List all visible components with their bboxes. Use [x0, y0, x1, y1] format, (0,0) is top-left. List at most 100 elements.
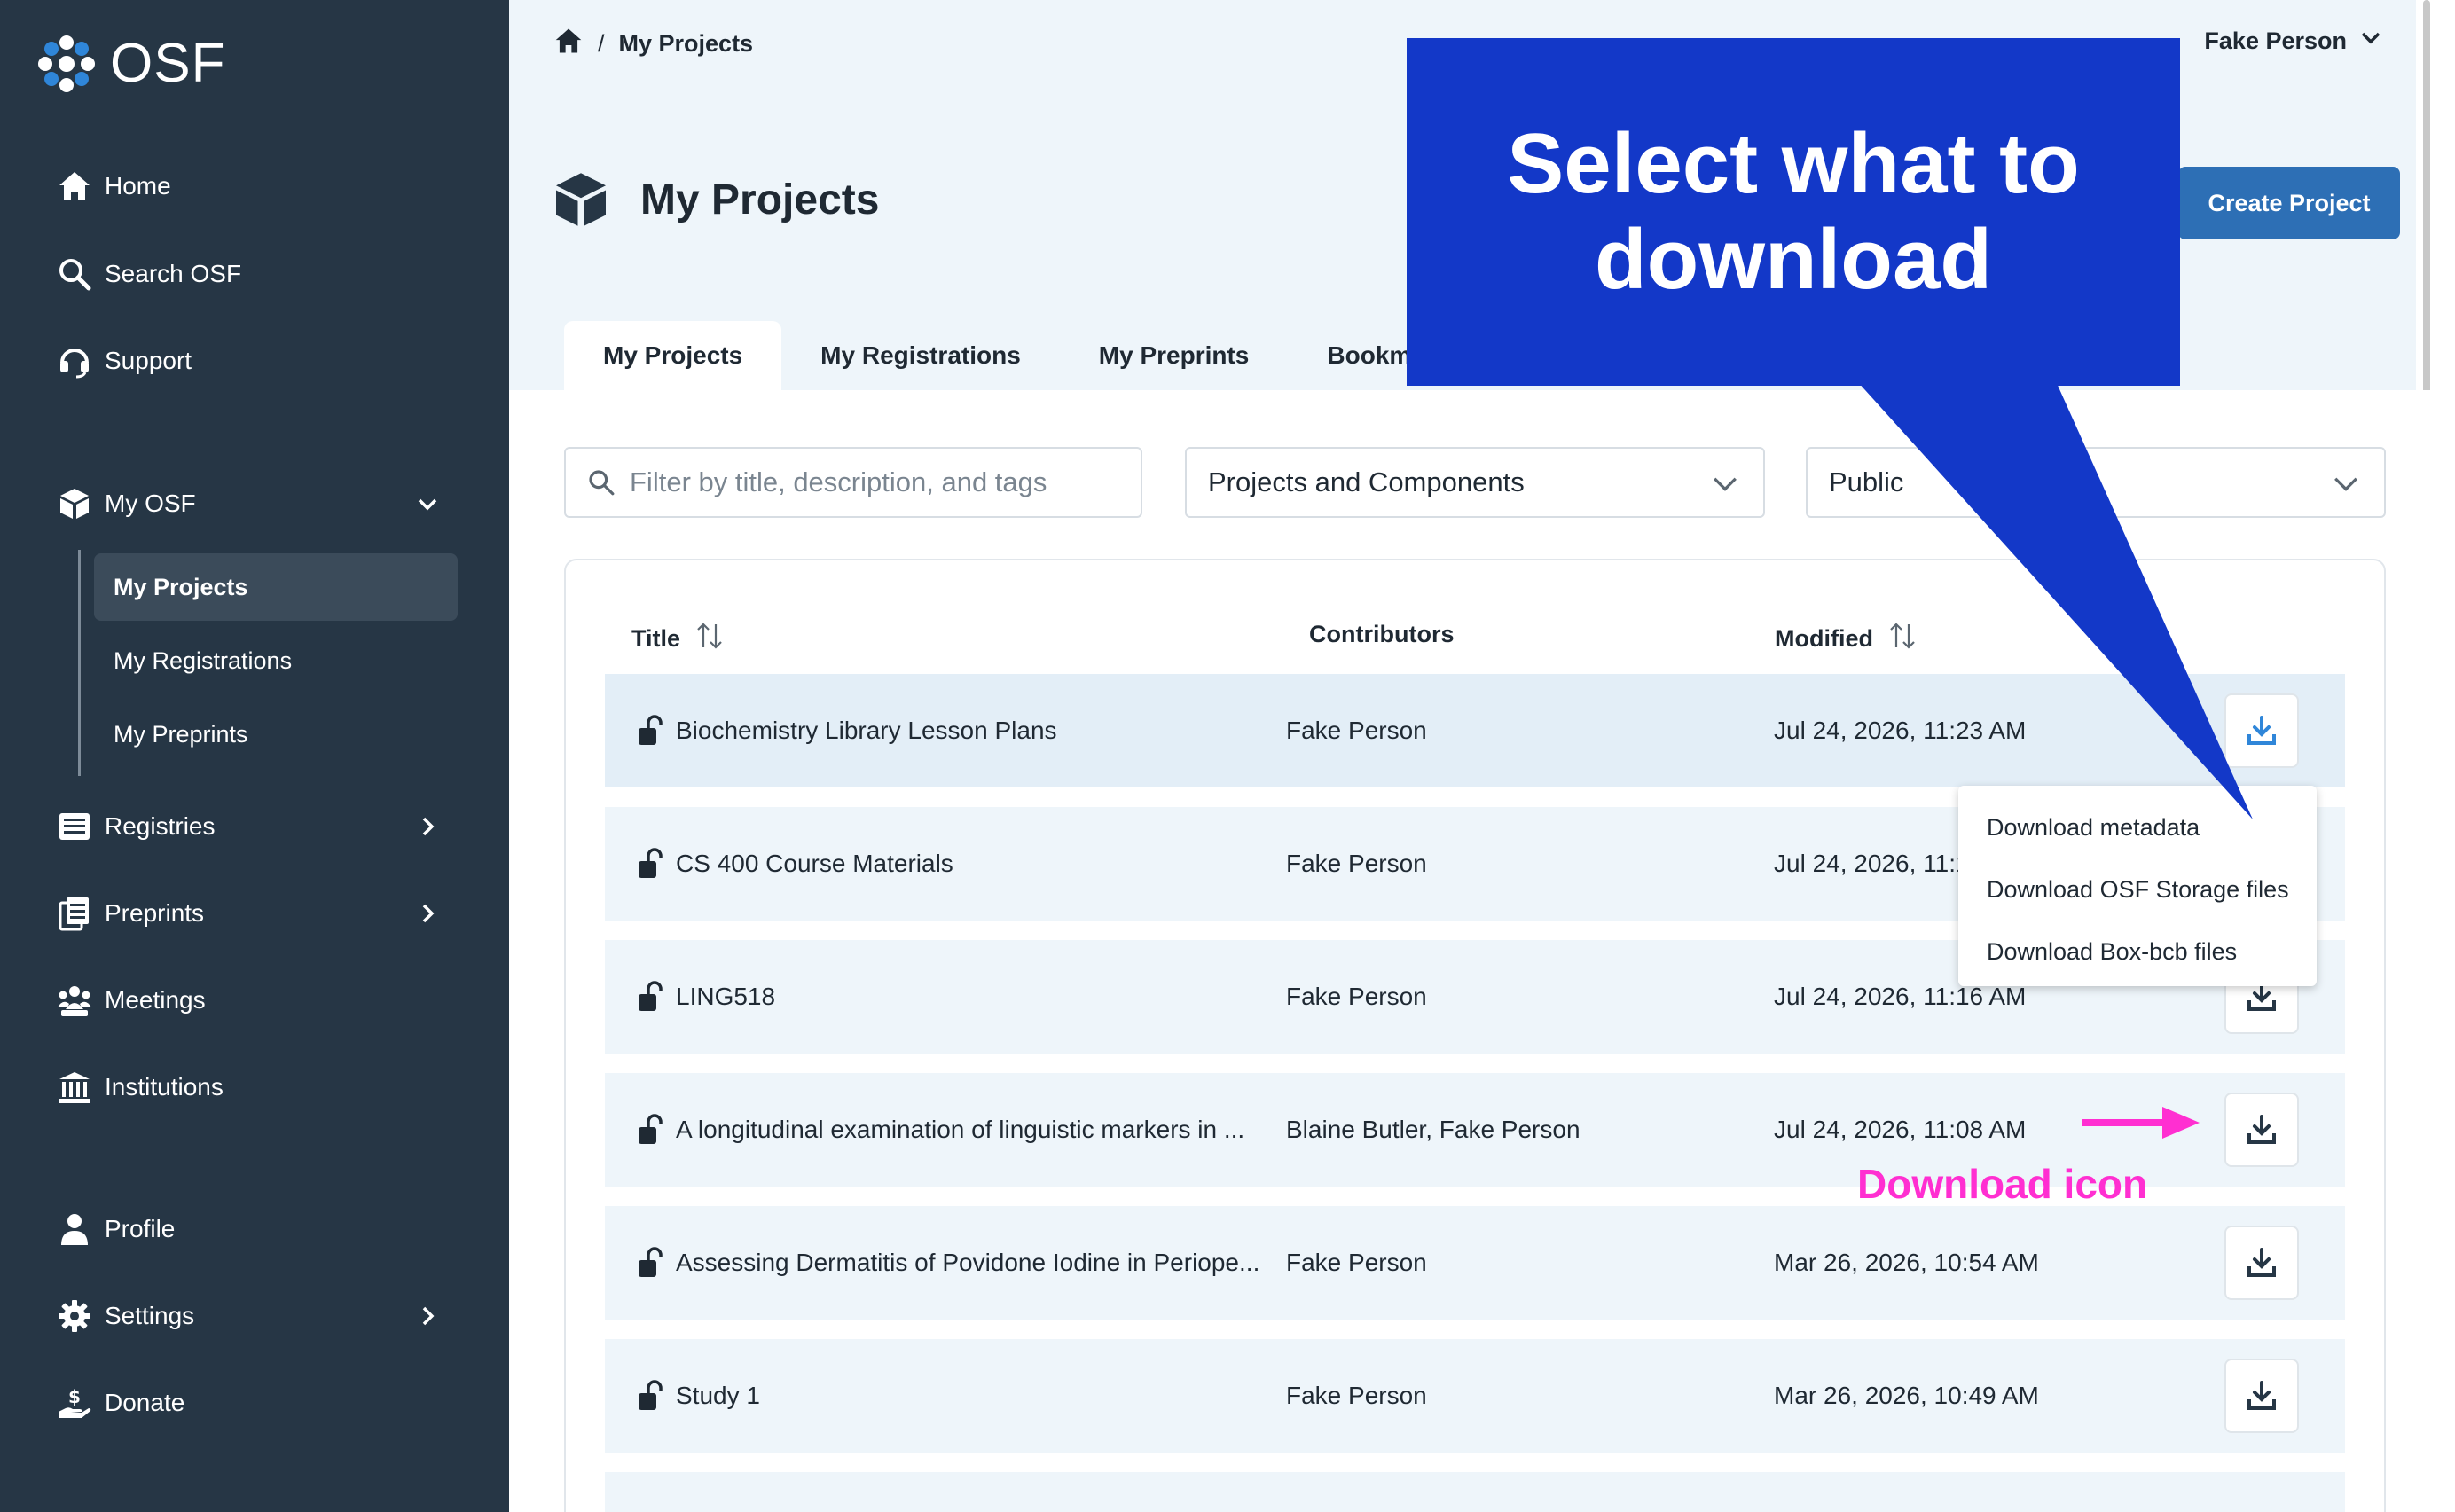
row-modified: Mar 26, 2026, 10:49 AM	[1774, 1382, 2039, 1409]
row-contributors: Fake Person	[1286, 1382, 1427, 1409]
type-filter-value: Projects and Components	[1208, 466, 1525, 497]
sidebar-item-donate[interactable]: $ Donate	[55, 1372, 184, 1434]
sidebar-item-label: Support	[105, 347, 192, 374]
row-title[interactable]: CS 400 Course Materials	[676, 807, 953, 921]
row-contributors: Blaine Butler, Fake Person	[1286, 1116, 1580, 1143]
download-button[interactable]	[2224, 1359, 2299, 1433]
meetings-icon	[55, 981, 94, 1020]
sidebar-item-profile[interactable]: Profile	[55, 1198, 175, 1260]
tab-my-registrations[interactable]: My Registrations	[781, 321, 1060, 390]
sort-icon[interactable]	[696, 621, 723, 657]
column-header-modified: Modified	[1775, 621, 1916, 657]
row-title[interactable]: Study 1	[676, 1339, 760, 1453]
preprint-icon	[55, 894, 94, 933]
page-title: My Projects	[640, 176, 880, 223]
download-box-option[interactable]: Download Box-bcb files	[1958, 921, 2317, 983]
chevron-down-icon	[2359, 27, 2382, 56]
unlock-icon	[637, 1114, 663, 1150]
row-contributors: Fake Person	[1286, 717, 1427, 744]
sidebar-item-home[interactable]: Home	[55, 155, 171, 217]
sidebar-item-preprints[interactable]: Preprints	[55, 882, 435, 944]
sidebar-item-label: Profile	[105, 1215, 176, 1242]
user-menu[interactable]: Fake Person	[2204, 27, 2382, 56]
unlock-icon	[637, 715, 663, 751]
download-icon	[2247, 1248, 2276, 1277]
sidebar-item-label: Donate	[105, 1389, 185, 1416]
home-icon[interactable]	[553, 27, 584, 61]
download-button[interactable]	[2224, 693, 2299, 768]
row-contributors: Fake Person	[1286, 983, 1427, 1010]
cube-icon	[55, 484, 94, 523]
sidebar-item-search[interactable]: Search OSF	[55, 243, 241, 305]
arrow-right-icon	[2082, 1107, 2200, 1139]
sidebar-item-registries[interactable]: Registries	[55, 795, 435, 858]
table-row[interactable]	[605, 1472, 2345, 1512]
row-title[interactable]: A longitudinal examination of linguistic…	[676, 1073, 1244, 1187]
row-title[interactable]: LING518	[676, 940, 775, 1054]
sidebar-subitem-my-registrations[interactable]: My Registrations	[94, 627, 458, 694]
chevron-down-icon	[1710, 468, 1740, 505]
sidebar-item-meetings[interactable]: Meetings	[55, 969, 206, 1031]
sidebar: OSF Home Search OSF Support My OSF My Pr…	[0, 0, 509, 1512]
sidebar-subitem-my-projects[interactable]: My Projects	[94, 553, 458, 621]
search-filter[interactable]	[564, 447, 1142, 518]
download-icon	[2247, 1115, 2276, 1144]
gear-icon	[55, 1297, 94, 1336]
row-modified: Mar 26, 2026, 10:54 AM	[1774, 1249, 2039, 1276]
osf-logo[interactable]: OSF	[35, 32, 225, 95]
sidebar-item-support[interactable]: Support	[55, 330, 192, 392]
breadcrumb-separator: /	[598, 30, 605, 57]
sidebar-item-label: Preprints	[105, 899, 205, 927]
sidebar-item-label: Home	[105, 172, 171, 200]
row-title[interactable]: Assessing Dermatitis of Povidone Iodine …	[676, 1206, 1259, 1320]
column-header-label: Title	[631, 625, 681, 652]
annotation-callout: Select what to download	[1407, 38, 2180, 386]
search-icon	[55, 255, 94, 294]
unlock-icon	[637, 848, 663, 884]
tab-my-projects[interactable]: My Projects	[564, 321, 782, 390]
search-input[interactable]	[630, 466, 1126, 498]
sidebar-item-label: Search OSF	[105, 260, 242, 287]
download-icon	[2247, 1381, 2276, 1410]
tab-bar: My Projects My Registrations My Preprint…	[564, 321, 1464, 390]
download-osf-storage-option[interactable]: Download OSF Storage files	[1958, 858, 2317, 921]
table-row[interactable]: Study 1 Fake Person Mar 26, 2026, 10:49 …	[605, 1339, 2345, 1453]
headset-icon	[55, 341, 94, 380]
sidebar-item-label: Settings	[105, 1302, 195, 1329]
unlock-icon	[637, 1247, 663, 1283]
unlock-icon	[637, 1380, 663, 1416]
download-menu: Download metadata Download OSF Storage f…	[1958, 786, 2317, 986]
download-button[interactable]	[2224, 1226, 2299, 1300]
chevron-right-icon[interactable]	[410, 1298, 445, 1334]
sort-icon[interactable]	[1889, 621, 1916, 657]
breadcrumb-current: My Projects	[618, 30, 754, 57]
cube-icon	[556, 173, 606, 226]
column-header-label: Modified	[1775, 625, 1873, 652]
tab-my-preprints[interactable]: My Preprints	[1060, 321, 1289, 390]
row-title[interactable]: Biochemistry Library Lesson Plans	[676, 674, 1057, 787]
type-filter-select[interactable]: Projects and Components	[1185, 447, 1765, 518]
user-name: Fake Person	[2204, 27, 2347, 54]
row-modified: Jul 24, 2026, 11:23 AM	[1774, 717, 2027, 744]
registry-icon	[55, 807, 94, 846]
row-contributors: Fake Person	[1286, 850, 1427, 877]
download-metadata-option[interactable]: Download metadata	[1958, 796, 2317, 858]
privacy-filter-value: Public	[1829, 466, 1904, 497]
sidebar-item-label: Meetings	[105, 986, 206, 1014]
table-row[interactable]: Biochemistry Library Lesson Plans Fake P…	[605, 674, 2345, 787]
download-icon	[2247, 716, 2276, 745]
privacy-filter-select[interactable]: Public	[1806, 447, 2386, 518]
sidebar-subitem-my-preprints[interactable]: My Preprints	[94, 701, 458, 768]
sidebar-item-my-osf[interactable]: My OSF	[55, 473, 437, 535]
osf-logo-icon	[38, 35, 95, 92]
sidebar-item-settings[interactable]: Settings	[55, 1285, 435, 1347]
sidebar-item-institutions[interactable]: Institutions	[55, 1056, 224, 1118]
table-row[interactable]: Assessing Dermatitis of Povidone Iodine …	[605, 1206, 2345, 1320]
search-icon	[589, 470, 615, 496]
create-project-button[interactable]: Create Project	[2178, 167, 2400, 239]
download-button[interactable]	[2224, 1093, 2299, 1167]
chevron-right-icon[interactable]	[410, 809, 445, 844]
user-icon	[55, 1210, 94, 1249]
chevron-right-icon[interactable]	[410, 896, 445, 931]
chevron-down-icon[interactable]	[410, 486, 445, 521]
